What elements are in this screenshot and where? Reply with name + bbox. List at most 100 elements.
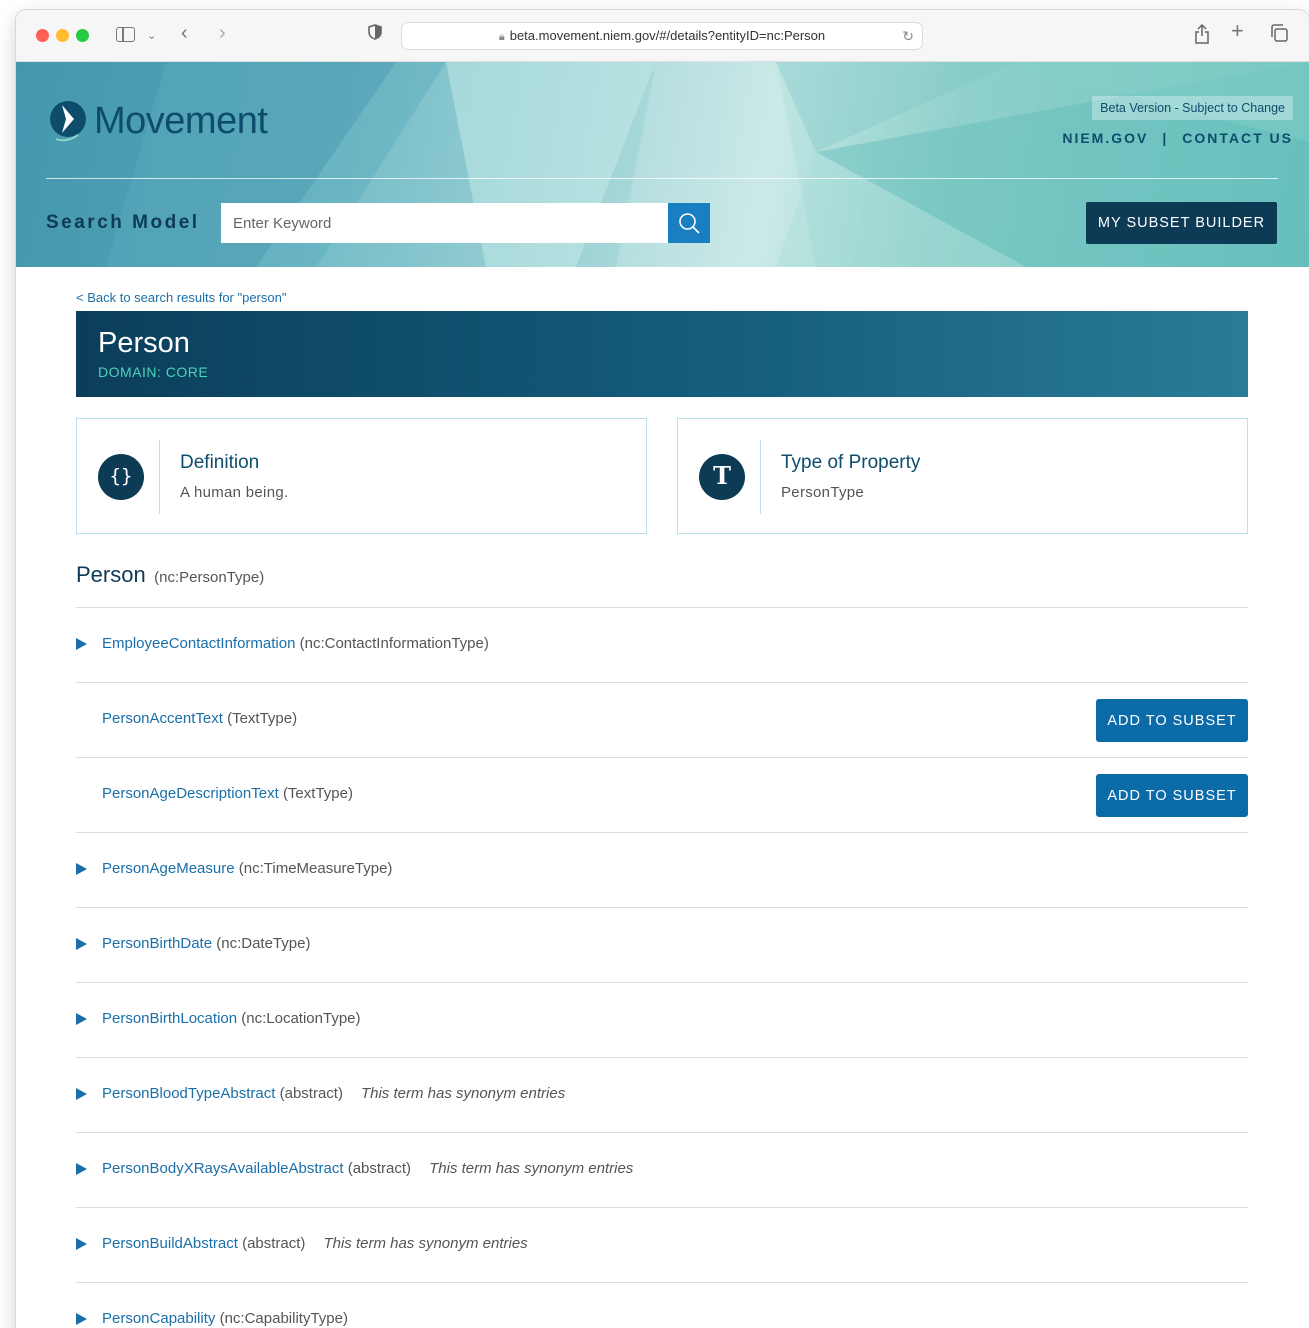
card-divider <box>159 440 160 514</box>
my-subset-builder-button[interactable]: MY SUBSET BUILDER <box>1086 202 1277 244</box>
expand-arrow-icon[interactable] <box>76 638 87 650</box>
header-nav: NIEM.GOV | CONTACT US <box>1062 130 1293 146</box>
property-list: EmployeeContactInformation (nc:ContactIn… <box>76 607 1248 1328</box>
property-type: (abstract) <box>347 1160 412 1177</box>
chevron-down-icon[interactable]: ⌄ <box>147 25 156 47</box>
section-heading: Person (nc:PersonType) <box>76 562 264 588</box>
reload-icon[interactable]: ↻ <box>902 23 914 49</box>
property-text: PersonBodyXRaysAvailableAbstract (abstra… <box>102 1160 633 1177</box>
back-nav-icon[interactable]: ‹ <box>181 22 188 44</box>
expand-arrow-icon[interactable] <box>76 863 87 875</box>
beta-version-badge: Beta Version - Subject to Change <box>1092 96 1293 120</box>
property-name-link[interactable]: PersonAgeMeasure <box>102 860 235 877</box>
property-type: (TextType) <box>282 785 353 802</box>
browser-toolbar: ⌄ ‹ › 🔒︎ beta.movement.niem.gov/#/details… <box>16 10 1309 62</box>
property-name-link[interactable]: PersonBirthDate <box>102 935 212 952</box>
property-row: PersonCapability (nc:CapabilityType) <box>76 1283 1248 1328</box>
entity-name: Person <box>98 327 190 359</box>
property-row: PersonAccentText (TextType) ADD TO SUBSET <box>76 683 1248 758</box>
entity-title-banner: Person DOMAIN: CORE <box>76 311 1248 397</box>
tab-overview-icon[interactable] <box>1270 24 1288 49</box>
property-type: (nc:LocationType) <box>241 1010 361 1027</box>
property-type: (nc:CapabilityType) <box>219 1310 348 1327</box>
property-row: PersonBloodTypeAbstract (abstract) This t… <box>76 1058 1248 1133</box>
property-name-link[interactable]: PersonAccentText <box>102 710 223 727</box>
property-name-link[interactable]: EmployeeContactInformation <box>102 635 295 652</box>
header-divider <box>46 178 1278 179</box>
add-to-subset-button[interactable]: ADD TO SUBSET <box>1096 699 1248 742</box>
search-icon <box>679 213 700 234</box>
property-text: PersonBloodTypeAbstract (abstract) This t… <box>102 1085 565 1102</box>
expand-arrow-icon[interactable] <box>76 1313 87 1325</box>
property-name-link[interactable]: PersonAgeDescriptionText <box>102 785 279 802</box>
sidebar-toggle-icon[interactable] <box>116 27 135 42</box>
property-text: EmployeeContactInformation (nc:ContactIn… <box>102 635 489 652</box>
property-type: (abstract) <box>279 1085 343 1102</box>
entity-domain: DOMAIN: CORE <box>98 364 209 380</box>
property-row: PersonBuildAbstract (abstract) This term … <box>76 1208 1248 1283</box>
property-name-link[interactable]: PersonCapability <box>102 1310 215 1327</box>
maximize-window-button[interactable] <box>76 29 89 42</box>
new-tab-icon[interactable]: + <box>1231 20 1244 42</box>
section-name: Person <box>76 562 146 587</box>
expand-arrow-icon[interactable] <box>76 1088 87 1100</box>
property-name-link[interactable]: PersonBirthLocation <box>102 1010 237 1027</box>
niem-gov-link[interactable]: NIEM.GOV <box>1062 130 1148 146</box>
url-text: beta.movement.niem.gov/#/details?entityI… <box>509 28 826 43</box>
expand-arrow-icon[interactable] <box>76 938 87 950</box>
property-name-link[interactable]: PersonBloodTypeAbstract <box>102 1085 275 1102</box>
add-to-subset-button[interactable]: ADD TO SUBSET <box>1096 774 1248 817</box>
property-row: PersonAgeDescriptionText (TextType) ADD T… <box>76 758 1248 833</box>
property-text: PersonCapability (nc:CapabilityType) <box>102 1310 348 1327</box>
url-bar[interactable]: 🔒︎ beta.movement.niem.gov/#/details?entit… <box>401 22 923 50</box>
expand-arrow-icon[interactable] <box>76 1163 87 1175</box>
close-window-button[interactable] <box>36 29 49 42</box>
search-model-label: Search Model <box>46 212 200 233</box>
property-text: PersonBirthDate (nc:DateType) <box>102 935 310 952</box>
definition-label: Definition <box>180 452 260 473</box>
definition-card: {} Definition A human being. <box>76 418 647 534</box>
type-t-icon: T <box>699 454 745 500</box>
property-text: PersonBuildAbstract (abstract) This term … <box>102 1235 528 1252</box>
synonym-note: This term has synonym entries <box>323 1235 528 1252</box>
share-icon[interactable] <box>1194 23 1210 51</box>
site-header: Movement Beta Version - Subject to Chang… <box>16 62 1309 267</box>
property-text: PersonAgeMeasure (nc:TimeMeasureType) <box>102 860 392 877</box>
property-type: (nc:ContactInformationType) <box>299 635 489 652</box>
property-text: PersonAgeDescriptionText (TextType) <box>102 785 353 802</box>
search-button[interactable] <box>668 203 710 243</box>
browser-window: ⌄ ‹ › 🔒︎ beta.movement.niem.gov/#/details… <box>16 10 1309 1328</box>
property-row: PersonBodyXRaysAvailableAbstract (abstra… <box>76 1133 1248 1208</box>
nav-separator: | <box>1162 130 1169 146</box>
type-of-property-value: PersonType <box>781 484 865 501</box>
property-text: PersonBirthLocation (nc:LocationType) <box>102 1010 361 1027</box>
definition-value: A human being. <box>180 484 289 501</box>
forward-nav-icon[interactable]: › <box>219 22 226 44</box>
expand-arrow-icon[interactable] <box>76 1238 87 1250</box>
property-name-link[interactable]: PersonBuildAbstract <box>102 1235 238 1252</box>
expand-arrow-icon[interactable] <box>76 1013 87 1025</box>
type-of-property-label: Type of Property <box>781 452 921 473</box>
property-name-link[interactable]: PersonBodyXRaysAvailableAbstract <box>102 1160 344 1177</box>
property-type: (abstract) <box>242 1235 306 1252</box>
site-logo-text[interactable]: Movement <box>94 100 268 143</box>
section-type: (nc:PersonType) <box>154 569 265 586</box>
property-type: (nc:TimeMeasureType) <box>238 860 393 877</box>
synonym-note: This term has synonym entries <box>360 1085 566 1102</box>
movement-logo-icon <box>50 101 86 142</box>
property-row: EmployeeContactInformation (nc:ContactIn… <box>76 608 1248 683</box>
back-to-results-link[interactable]: < Back to search results for "person" <box>76 290 286 305</box>
property-row: PersonAgeMeasure (nc:TimeMeasureType) <box>76 833 1248 908</box>
synonym-note: This term has synonym entries <box>429 1160 634 1177</box>
property-type: (nc:DateType) <box>216 935 311 952</box>
property-text: PersonAccentText (TextType) <box>102 710 297 727</box>
contact-us-link[interactable]: CONTACT US <box>1182 130 1293 146</box>
property-type: (TextType) <box>227 710 298 727</box>
minimize-window-button[interactable] <box>56 29 69 42</box>
braces-icon: {} <box>98 454 144 500</box>
search-input[interactable] <box>221 203 669 243</box>
property-row: PersonBirthDate (nc:DateType) <box>76 908 1248 983</box>
type-of-property-card: T Type of Property PersonType <box>677 418 1248 534</box>
privacy-shield-icon[interactable] <box>368 24 382 47</box>
lock-icon: 🔒︎ <box>498 31 505 43</box>
